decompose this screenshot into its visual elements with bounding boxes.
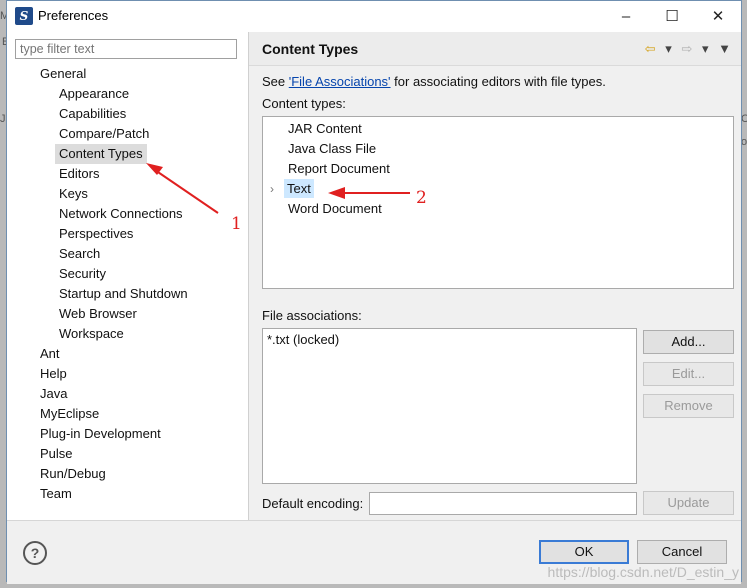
- annotation-arrow-1: [151, 167, 219, 214]
- annotation-arrowhead-2: [328, 187, 345, 199]
- annotation-label-2: 2: [416, 188, 427, 208]
- annotation-label-1: 1: [231, 214, 242, 234]
- annotation-overlay: [146, 163, 410, 214]
- watermark: https://blog.csdn.net/D_estin_y: [547, 564, 739, 580]
